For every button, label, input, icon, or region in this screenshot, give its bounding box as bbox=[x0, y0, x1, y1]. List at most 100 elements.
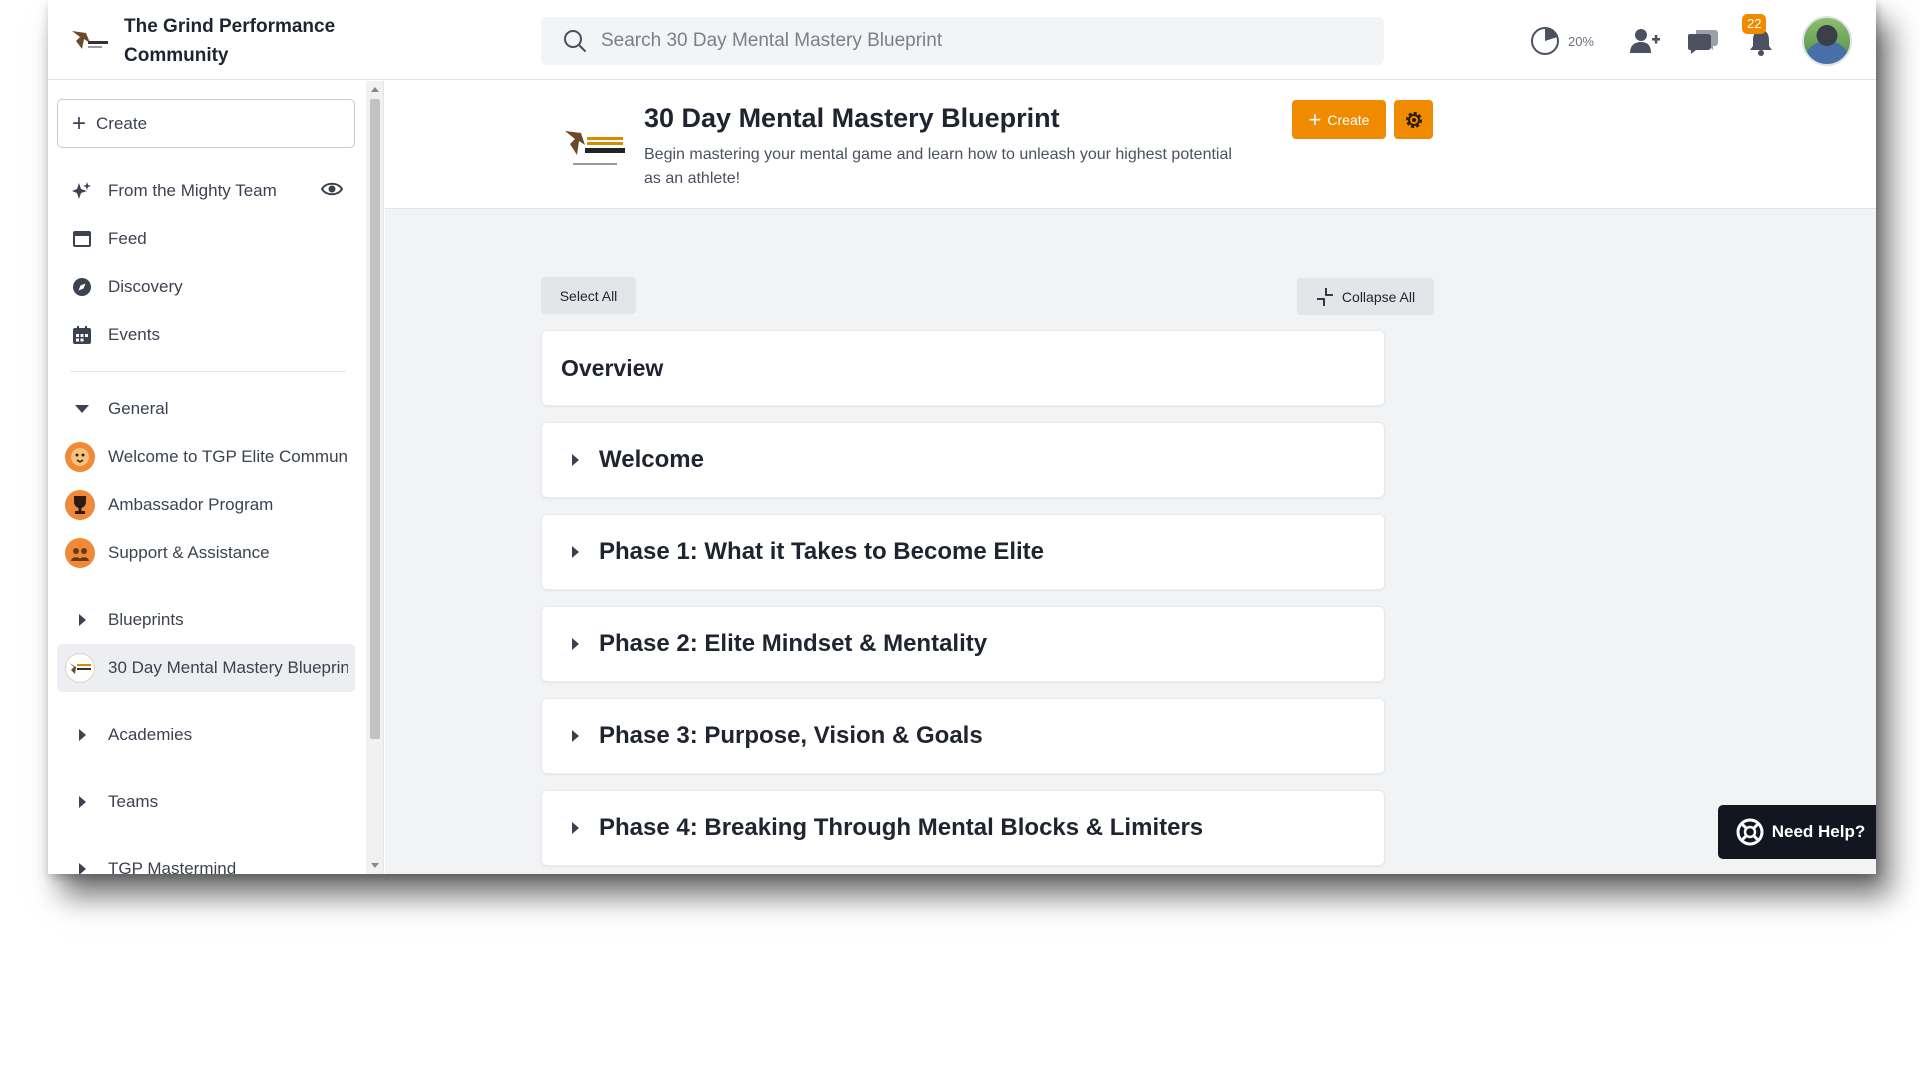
compass-icon bbox=[71, 276, 93, 298]
sidebar-create-button[interactable]: + Create bbox=[57, 99, 355, 148]
chat-button[interactable] bbox=[1686, 24, 1720, 58]
section-row[interactable]: Phase 2: Elite Mindset & Mentality bbox=[541, 606, 1385, 682]
select-all-button[interactable]: Select All bbox=[541, 277, 636, 314]
overview-card[interactable]: Overview bbox=[541, 330, 1385, 406]
section-title: Phase 2: Elite Mindset & Mentality bbox=[599, 630, 988, 657]
sidebar-divider bbox=[70, 371, 346, 372]
trophy-icon bbox=[65, 490, 95, 520]
sidebar-item-blueprint-active[interactable]: 30 Day Mental Mastery Blueprint bbox=[57, 644, 355, 692]
notification-badge: 22 bbox=[1742, 14, 1767, 34]
sidebar-item-events[interactable]: Events bbox=[57, 311, 355, 359]
need-help-button[interactable]: Need Help? bbox=[1718, 805, 1876, 859]
sidebar-item-mighty-team[interactable]: From the Mighty Team bbox=[57, 167, 355, 215]
section-title: Phase 3: Purpose, Vision & Goals bbox=[599, 722, 983, 749]
sidebar-section-general[interactable]: General bbox=[57, 385, 355, 433]
gear-icon bbox=[1405, 111, 1422, 128]
main-content: 30 Day Mental Mastery Blueprint Begin ma… bbox=[385, 81, 1876, 874]
create-button-label: Create bbox=[1327, 111, 1370, 128]
sidebar-item-label: Feed bbox=[108, 229, 147, 248]
sidebar-section-blueprints[interactable]: Blueprints bbox=[57, 596, 355, 644]
section-title: Phase 4: Breaking Through Mental Blocks … bbox=[599, 814, 1204, 841]
sidebar-section-label: Academies bbox=[108, 725, 193, 744]
collapse-all-button[interactable]: Collapse All bbox=[1297, 278, 1434, 315]
create-button[interactable]: + Create bbox=[1292, 100, 1386, 139]
add-member-icon bbox=[1630, 29, 1660, 53]
community-logo bbox=[70, 21, 110, 61]
top-bar: The Grind Performance Community 20% bbox=[48, 0, 1876, 80]
section-row[interactable]: Phase 4: Breaking Through Mental Blocks … bbox=[541, 790, 1385, 866]
sparkle-icon bbox=[71, 180, 93, 202]
section-title: Phase 1: What it Takes to Become Elite bbox=[599, 538, 1045, 565]
user-avatar[interactable] bbox=[1802, 16, 1852, 66]
sidebar-scrollbar[interactable] bbox=[366, 81, 384, 874]
search-input[interactable] bbox=[601, 30, 1361, 52]
plus-icon: + bbox=[72, 109, 87, 137]
progress-ring-icon bbox=[1530, 27, 1559, 55]
lifebuoy-icon bbox=[1736, 818, 1764, 846]
section-title: Welcome bbox=[599, 446, 704, 473]
sidebar-section-label: Teams bbox=[108, 792, 159, 811]
space-header: 30 Day Mental Mastery Blueprint Begin ma… bbox=[385, 81, 1876, 209]
support-icon bbox=[65, 538, 95, 568]
expand-caret-icon[interactable] bbox=[572, 546, 579, 558]
sidebar-section-teams[interactable]: Teams bbox=[57, 778, 355, 826]
section-row[interactable]: Welcome bbox=[541, 422, 1385, 498]
chevron-down-icon bbox=[71, 398, 93, 420]
sidebar-item-label: 30 Day Mental Mastery Blueprint bbox=[108, 658, 348, 677]
sidebar-item-welcome-space[interactable]: Welcome to TGP Elite Community bbox=[57, 433, 355, 481]
sidebar-item-discovery[interactable]: Discovery bbox=[57, 263, 355, 311]
tiger-icon bbox=[65, 442, 95, 472]
sidebar-item-label: Events bbox=[108, 325, 160, 344]
collapse-all-label: Collapse All bbox=[1341, 288, 1416, 305]
notifications-button[interactable]: 22 bbox=[1742, 14, 1778, 58]
feed-icon bbox=[71, 228, 93, 250]
chat-icon bbox=[1688, 30, 1718, 54]
sidebar-section-mastermind[interactable]: TGP Mastermind bbox=[57, 845, 355, 874]
progress-label: 20% bbox=[1567, 33, 1594, 49]
eye-icon[interactable] bbox=[320, 181, 344, 202]
section-row[interactable]: Phase 1: What it Takes to Become Elite bbox=[541, 514, 1385, 590]
sidebar: + Create From the Mighty Team Feed Disco… bbox=[48, 81, 366, 874]
scroll-up-arrow-icon[interactable] bbox=[371, 87, 379, 92]
page-title: 30 Day Mental Mastery Blueprint bbox=[644, 103, 1060, 133]
chevron-right-icon bbox=[71, 858, 93, 874]
overview-title: Overview bbox=[561, 354, 664, 381]
chevron-right-icon bbox=[71, 724, 93, 746]
blueprint-logo bbox=[561, 123, 627, 177]
brand[interactable]: The Grind Performance Community bbox=[70, 12, 364, 70]
sidebar-section-academies[interactable]: Academies bbox=[57, 711, 355, 759]
sidebar-section-label: General bbox=[108, 399, 169, 418]
expand-caret-icon[interactable] bbox=[572, 454, 579, 466]
app-window: The Grind Performance Community 20% bbox=[48, 0, 1876, 874]
sidebar-item-label: Ambassador Program bbox=[108, 495, 274, 514]
page-description: Begin mastering your mental game and lea… bbox=[644, 146, 1232, 187]
sidebar-item-label: From the Mighty Team bbox=[108, 181, 277, 200]
section-row[interactable]: Phase 3: Purpose, Vision & Goals bbox=[541, 698, 1385, 774]
blueprint-logo-icon bbox=[65, 653, 95, 683]
search-icon bbox=[564, 30, 586, 52]
expand-caret-icon[interactable] bbox=[572, 638, 579, 650]
collapse-icon bbox=[1316, 287, 1333, 306]
top-actions: 20% 22 bbox=[1530, 14, 1852, 66]
sidebar-item-ambassador[interactable]: Ambassador Program bbox=[57, 481, 355, 529]
sidebar-create-label: Create bbox=[96, 113, 148, 133]
scrollbar-thumb[interactable] bbox=[370, 99, 380, 739]
sidebar-item-label: Discovery bbox=[108, 277, 183, 296]
plus-icon: + bbox=[1308, 106, 1322, 132]
onboarding-progress[interactable]: 20% bbox=[1530, 26, 1594, 56]
add-member-button[interactable] bbox=[1628, 24, 1662, 58]
search-bar[interactable] bbox=[541, 17, 1384, 65]
sidebar-item-label: Support & Assistance bbox=[108, 543, 270, 562]
expand-caret-icon[interactable] bbox=[572, 730, 579, 742]
expand-caret-icon[interactable] bbox=[572, 822, 579, 834]
sidebar-section-label: Blueprints bbox=[108, 610, 184, 629]
scroll-down-arrow-icon[interactable] bbox=[371, 863, 379, 868]
sidebar-item-feed[interactable]: Feed bbox=[57, 215, 355, 263]
settings-button[interactable] bbox=[1394, 100, 1433, 139]
calendar-icon bbox=[71, 324, 93, 346]
need-help-label: Need Help? bbox=[1771, 822, 1866, 841]
sidebar-item-support[interactable]: Support & Assistance bbox=[57, 529, 355, 577]
chevron-right-icon bbox=[71, 791, 93, 813]
community-name: The Grind Performance Community bbox=[124, 16, 336, 66]
sidebar-section-label: TGP Mastermind bbox=[108, 859, 237, 874]
